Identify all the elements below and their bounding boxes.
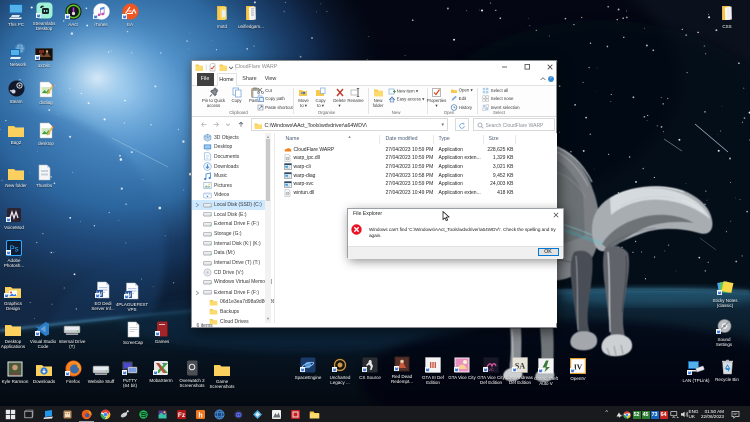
svg-text:VC: VC xyxy=(488,367,494,372)
svg-text:III: III xyxy=(430,361,437,370)
svg-text:Fz: Fz xyxy=(177,412,185,419)
svg-text:IV: IV xyxy=(574,363,583,372)
svg-text:h: h xyxy=(198,412,202,419)
